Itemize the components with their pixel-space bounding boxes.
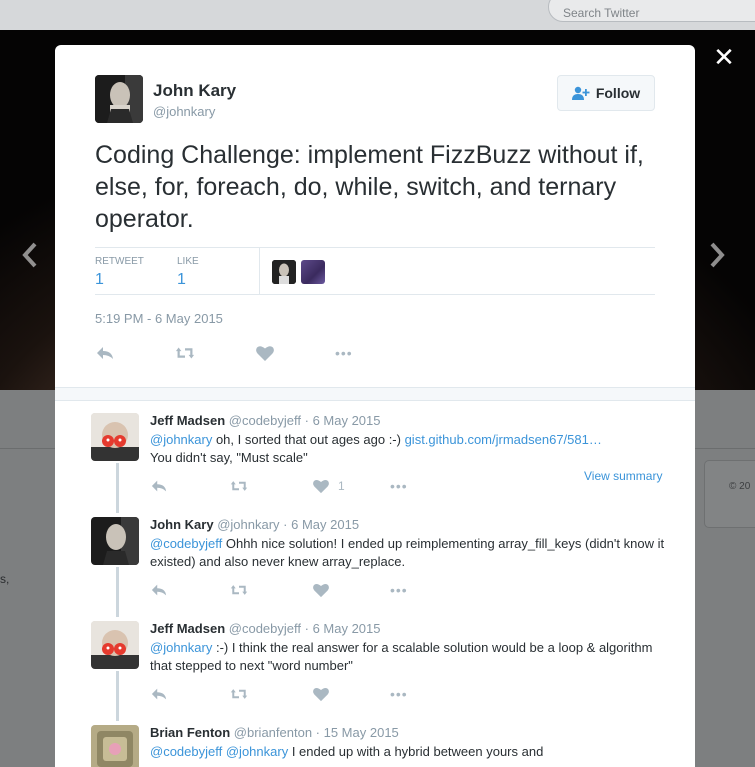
mention-link[interactable]: @johnkary: [150, 640, 212, 655]
avatar[interactable]: [91, 517, 139, 565]
reply-author-name[interactable]: Jeff Madsen: [150, 413, 225, 428]
reply-text-part: :-) I think the real answer for a scalab…: [150, 640, 653, 673]
stats-divider: [259, 248, 260, 294]
heart-icon[interactable]: [312, 579, 330, 601]
reply-like-count: 1: [338, 479, 345, 493]
reply-actions: •••: [150, 579, 670, 599]
replies-list: Jeff Madsen @codebyjeff · 6 May 2015 @jo…: [55, 400, 695, 767]
reply-date[interactable]: · 6 May 2015: [305, 621, 381, 636]
list-item[interactable]: John Kary @johnkary · 6 May 2015 @codeby…: [55, 517, 695, 607]
tweet-text: Coding Challenge: implement FizzBuzz wit…: [95, 141, 644, 233]
reply-author-handle[interactable]: @johnkary: [217, 517, 279, 532]
gist-link[interactable]: gist.github.com/jrmadsen67/581…: [405, 432, 602, 447]
reply-text: @johnkary :-) I think the real answer fo…: [150, 639, 670, 675]
close-icon[interactable]: ✕: [712, 44, 736, 70]
mention-link[interactable]: @johnkary: [226, 744, 288, 759]
reply-header: Jeff Madsen @codebyjeff · 6 May 2015: [150, 413, 381, 428]
avatar[interactable]: [91, 413, 139, 461]
add-user-icon: [571, 86, 590, 100]
list-item[interactable]: Jeff Madsen @codebyjeff · 6 May 2015 @jo…: [55, 621, 695, 711]
reply-icon[interactable]: [150, 475, 168, 497]
retweet-stat[interactable]: RETWEET 1: [95, 256, 144, 289]
retweet-count: 1: [95, 271, 104, 288]
background-copyright: © 20: [729, 481, 751, 492]
retweet-icon[interactable]: [175, 342, 195, 364]
reply-date[interactable]: · 6 May 2015: [283, 517, 359, 532]
avatar[interactable]: [91, 725, 139, 767]
reply-text-part: I ended up with a hybrid between yours a…: [288, 744, 544, 759]
reply-icon[interactable]: [150, 683, 168, 705]
heart-icon[interactable]: 1: [312, 475, 345, 497]
reply-author-handle[interactable]: @brianfenton: [234, 725, 312, 740]
mention-link[interactable]: @codebyjeff: [150, 744, 222, 759]
follow-label: Follow: [595, 85, 641, 101]
mention-link[interactable]: @codebyjeff: [150, 536, 222, 551]
tweet-author: John Kary @johnkary Follow: [95, 75, 655, 125]
tweet-modal: John Kary @johnkary Follow Coding Challe…: [55, 45, 695, 767]
reply-author-name[interactable]: Jeff Madsen: [150, 621, 225, 636]
replies-section: Jeff Madsen @codebyjeff · 6 May 2015 @jo…: [55, 387, 695, 767]
retweet-label: RETWEET: [95, 256, 144, 267]
reply-text-part: oh, I sorted that out ages ago :-): [212, 432, 405, 447]
reply-text: @codebyjeff @johnkary I ended up with a …: [150, 743, 670, 761]
reply-actions: •••: [150, 683, 670, 703]
more-icon[interactable]: •••: [390, 475, 408, 497]
reply-header: Brian Fenton @brianfenton · 15 May 2015: [150, 725, 399, 740]
previous-arrow-icon[interactable]: [18, 238, 42, 272]
more-icon[interactable]: •••: [335, 342, 353, 364]
reply-text: @codebyjeff Ohhh nice solution! I ended …: [150, 535, 670, 571]
like-stat[interactable]: LIKE 1: [177, 256, 199, 289]
background-search-input[interactable]: Search Twitter: [548, 0, 755, 22]
reply-header: Jeff Madsen @codebyjeff · 6 May 2015: [150, 621, 381, 636]
reply-header: John Kary @johnkary · 6 May 2015: [150, 517, 359, 532]
reply-text-part: Ohhh nice solution! I ended up reimpleme…: [150, 536, 665, 569]
author-handle[interactable]: @johnkary: [153, 104, 215, 119]
reply-date[interactable]: · 6 May 2015: [305, 413, 381, 428]
background-side-text: s,: [0, 572, 10, 586]
avatar[interactable]: [95, 75, 143, 123]
retweet-icon[interactable]: [230, 475, 248, 497]
tweet-timestamp: 5:19 PM - 6 May 2015: [95, 311, 223, 326]
reply-author-name[interactable]: Brian Fenton: [150, 725, 230, 740]
background-footer-card: © 20: [704, 460, 755, 528]
more-icon[interactable]: •••: [390, 683, 408, 705]
avatar[interactable]: [272, 260, 296, 284]
reply-icon[interactable]: [95, 342, 115, 364]
heart-icon[interactable]: [312, 683, 330, 705]
reply-author-handle[interactable]: @codebyjeff: [229, 621, 301, 636]
mention-link[interactable]: @johnkary: [150, 432, 212, 447]
reply-text-part: You didn't say, "Must scale": [150, 450, 308, 465]
reply-date[interactable]: · 15 May 2015: [316, 725, 399, 740]
like-label: LIKE: [177, 256, 199, 267]
avatar[interactable]: [91, 621, 139, 669]
avatar[interactable]: [301, 260, 325, 284]
reply-icon[interactable]: [150, 579, 168, 601]
like-count: 1: [177, 271, 186, 288]
reply-author-name[interactable]: John Kary: [150, 517, 214, 532]
list-item[interactable]: Jeff Madsen @codebyjeff · 6 May 2015 @jo…: [55, 413, 695, 503]
retweet-icon[interactable]: [230, 683, 248, 705]
follow-button[interactable]: Follow: [557, 75, 655, 111]
reply-actions: 1 ••• View summary: [150, 469, 670, 497]
reply-text: @johnkary oh, I sorted that out ages ago…: [150, 431, 670, 467]
next-arrow-icon[interactable]: [705, 238, 729, 272]
heart-icon[interactable]: [255, 342, 275, 364]
list-item[interactable]: Brian Fenton @brianfenton · 15 May 2015 …: [55, 725, 695, 767]
tweet-actions: •••: [95, 342, 655, 372]
more-icon[interactable]: •••: [390, 579, 408, 601]
view-summary-link[interactable]: View summary: [584, 469, 662, 483]
tweet-stats: RETWEET 1 LIKE 1: [95, 247, 655, 295]
permalink-tweet: John Kary @johnkary Follow Coding Challe…: [55, 45, 695, 387]
author-name[interactable]: John Kary: [153, 81, 236, 101]
retweet-icon[interactable]: [230, 579, 248, 601]
reply-author-handle[interactable]: @codebyjeff: [229, 413, 301, 428]
